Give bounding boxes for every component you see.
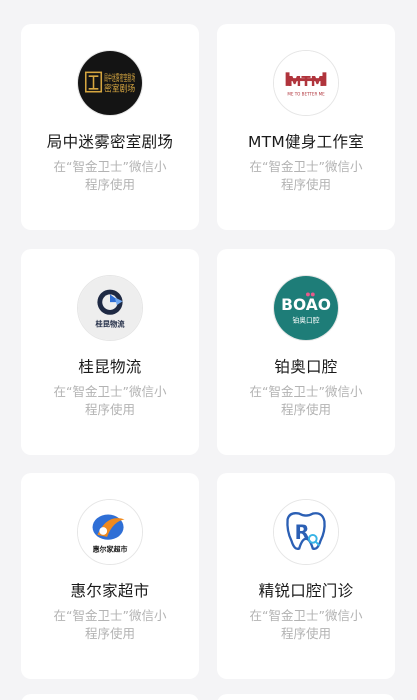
mini-program-grid: 局中迷雾密室剧场 密室剧场 局中迷雾密室剧场 在“智金卫士”微信小 程序使用 M… [0, 0, 417, 700]
merchant-usage-hint: 在“智金卫士”微信小 程序使用 [241, 158, 371, 194]
boao-logo-text: BOAO [281, 296, 331, 314]
usage-hint-line1: 在“智金卫士”微信小 [53, 608, 167, 623]
merchant-name: MTM健身工作室 [247, 133, 365, 151]
merchant-card-boao[interactable]: BOAO 铂奥口腔 铂奥口腔 在“智金卫士”微信小 程序使用 [217, 249, 395, 455]
usage-hint-line2: 程序使用 [280, 402, 331, 417]
merchant-card-jingrui[interactable]: R 精锐口腔门诊 在“智金卫士”微信小 程序使用 [217, 473, 395, 679]
merchant-usage-hint: 在“智金卫士”微信小 程序使用 [45, 607, 175, 643]
merchant-card-huierjia[interactable]: 惠尔家超市 惠尔家超市 在“智金卫士”微信小 程序使用 [21, 473, 199, 679]
merchant-usage-hint: 在“智金卫士”微信小 程序使用 [241, 607, 371, 643]
merchant-usage-hint: 在“智金卫士”微信小 程序使用 [45, 158, 175, 194]
usage-hint-line1: 在“智金卫士”微信小 [249, 384, 363, 399]
merchant-usage-hint: 在“智金卫士”微信小 程序使用 [45, 383, 175, 419]
usage-hint-line2: 程序使用 [280, 626, 331, 641]
usage-hint-line1: 在“智金卫士”微信小 [249, 159, 363, 174]
usage-hint-line1: 在“智金卫士”微信小 [53, 384, 167, 399]
usage-hint-line2: 程序使用 [84, 626, 135, 641]
svg-text:密室剧场: 密室剧场 [104, 83, 135, 95]
guikun-logo-text: 桂昆物流 [94, 319, 125, 328]
guikun-logistics-logo-icon: 桂昆物流 [77, 275, 143, 341]
escape-room-logo-text: 局中迷雾密室剧场 [104, 72, 135, 84]
merchant-card-escape-room[interactable]: 局中迷雾密室剧场 密室剧场 局中迷雾密室剧场 在“智金卫士”微信小 程序使用 [21, 24, 199, 230]
merchant-name: 精锐口腔门诊 [258, 582, 354, 600]
usage-hint-line1: 在“智金卫士”微信小 [53, 159, 167, 174]
escape-room-logo-icon: 局中迷雾密室剧场 密室剧场 [77, 50, 143, 116]
huierjia-logo-text: 惠尔家超市 [93, 544, 128, 553]
merchant-card-guikun[interactable]: 桂昆物流 桂昆物流 在“智金卫士”微信小 程序使用 [21, 249, 199, 455]
mtm-logo-tagline: ME TO BETTER ME [287, 92, 325, 97]
merchant-card-partial[interactable] [21, 694, 199, 700]
huierjia-supermarket-logo-icon: 惠尔家超市 [77, 499, 143, 565]
usage-hint-line2: 程序使用 [280, 177, 331, 192]
mtm-fitness-logo-icon: MTM ME TO BETTER ME [273, 50, 339, 116]
usage-hint-line2: 程序使用 [84, 177, 135, 192]
merchant-card-mtm[interactable]: MTM ME TO BETTER ME MTM健身工作室 在“智金卫士”微信小 … [217, 24, 395, 230]
merchant-name: 桂昆物流 [78, 358, 142, 376]
merchant-usage-hint: 在“智金卫士”微信小 程序使用 [241, 383, 371, 419]
merchant-name: 铂奥口腔 [274, 358, 338, 376]
jingrui-logo-text: R [295, 521, 310, 544]
mtm-logo-text: MTM [288, 74, 324, 90]
merchant-card-partial[interactable] [217, 694, 395, 700]
usage-hint-line1: 在“智金卫士”微信小 [249, 608, 363, 623]
usage-hint-line2: 程序使用 [84, 402, 135, 417]
merchant-name: 局中迷雾密室剧场 [46, 133, 174, 151]
boao-dental-logo-icon: BOAO 铂奥口腔 [273, 275, 339, 341]
boao-logo-subtext: 铂奥口腔 [292, 316, 319, 325]
merchant-name: 惠尔家超市 [70, 582, 150, 600]
jingrui-dental-logo-icon: R [273, 499, 339, 565]
